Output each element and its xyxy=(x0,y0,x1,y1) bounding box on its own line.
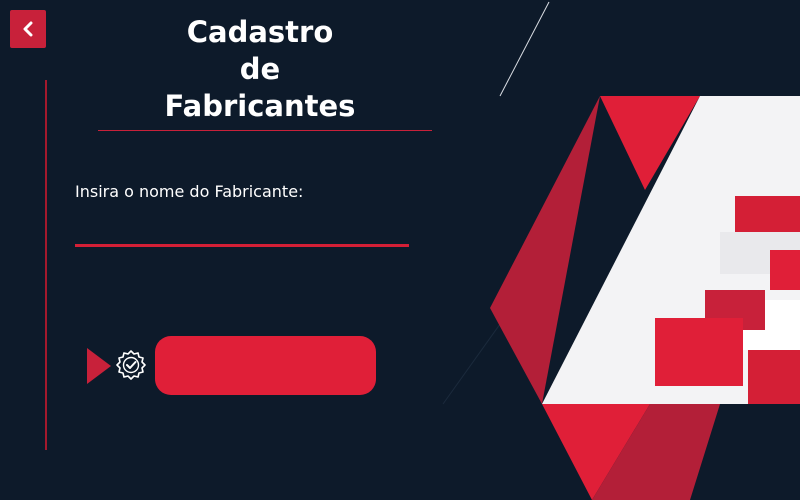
red-block xyxy=(735,196,800,244)
page-title-line: Fabricantes xyxy=(164,89,356,123)
title-underline xyxy=(98,130,432,131)
red-panel-top xyxy=(600,96,700,190)
verified-badge-icon xyxy=(116,350,146,380)
play-triangle-icon xyxy=(87,348,111,384)
back-button[interactable] xyxy=(10,10,46,48)
chevron-left-icon xyxy=(23,21,33,37)
red-panel-bottom xyxy=(542,404,650,500)
decorative-line xyxy=(499,1,550,97)
light-block xyxy=(740,300,800,350)
manufacturer-name-label: Insira o nome do Fabricante: xyxy=(75,182,304,201)
vertical-divider xyxy=(45,80,47,450)
manufacturer-name-input[interactable] xyxy=(75,212,409,247)
red-block xyxy=(748,350,800,404)
submit-button[interactable] xyxy=(155,336,376,395)
red-panel-left xyxy=(490,96,600,404)
page-title: Cadastro de Fabricantes xyxy=(100,14,420,125)
red-block xyxy=(655,318,743,386)
page-title-line: de xyxy=(239,52,281,86)
red-block xyxy=(770,250,800,290)
light-block xyxy=(720,232,800,274)
red-panel-bottom-right xyxy=(592,404,720,500)
red-block xyxy=(705,290,765,330)
decorative-line xyxy=(442,239,561,405)
white-panel xyxy=(542,96,800,404)
page-title-line: Cadastro xyxy=(186,15,334,49)
